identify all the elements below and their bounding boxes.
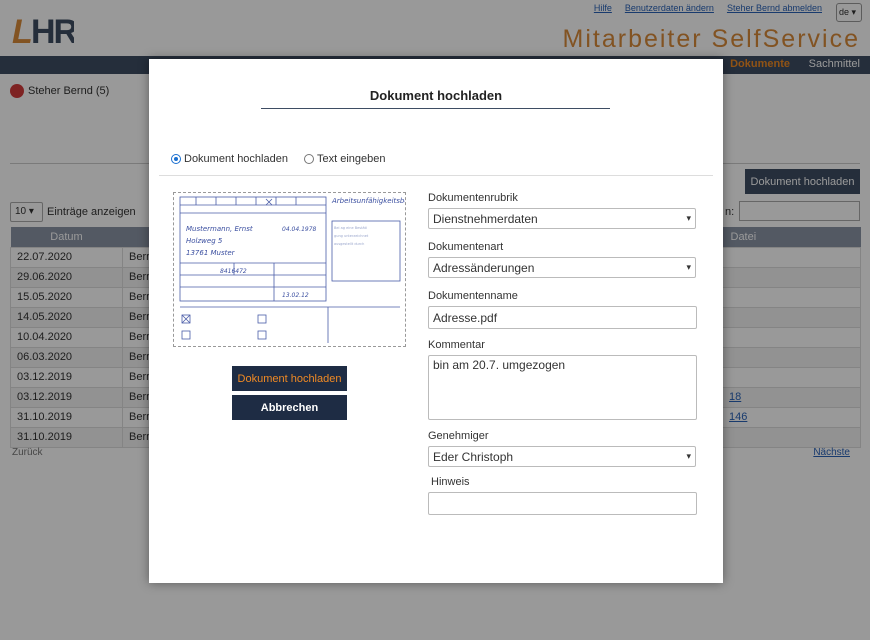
svg-text:Mustermann, Ernst: Mustermann, Ernst — [186, 225, 253, 233]
svg-text:gung unterzeichnet: gung unterzeichnet — [334, 234, 369, 238]
chevron-down-icon: ▾ — [686, 213, 691, 223]
svg-text:13761 Muster: 13761 Muster — [186, 249, 236, 257]
kommentar-label: Kommentar — [428, 339, 485, 351]
upload-dialog: Dokument hochladen Dokument hochladen Te… — [149, 59, 723, 583]
mode-selector: Dokument hochladen Text eingeben — [171, 153, 385, 165]
radio-text[interactable] — [303, 154, 314, 164]
title-underline — [261, 108, 610, 109]
radio-text-label[interactable]: Text eingeben — [317, 153, 386, 165]
rubrik-select[interactable]: Dienstnehmerdaten ▾ — [428, 208, 696, 229]
dokumentenname-label: Dokumentenname — [428, 290, 518, 302]
radio-upload-label[interactable]: Dokument hochladen — [184, 153, 288, 165]
kommentar-textarea[interactable]: bin am 20.7. umgezogen — [428, 355, 697, 420]
document-scan-image: Mustermann, Ernst Holzweg 5 13761 Muster… — [179, 196, 452, 343]
dokumentenart-label: Dokumentenart — [428, 241, 504, 253]
svg-text:Holzweg 5: Holzweg 5 — [186, 237, 223, 245]
hinweis-input[interactable] — [428, 492, 697, 515]
genehmiger-label: Genehmiger — [428, 430, 489, 442]
genehmiger-select[interactable]: Eder Christoph ▾ — [428, 446, 696, 467]
divider — [159, 175, 713, 176]
dokumentenart-select[interactable]: Adressänderungen ▾ — [428, 257, 696, 278]
svg-text:ausgestellt durch: ausgestellt durch — [334, 242, 364, 246]
dialog-upload-button[interactable]: Dokument hochladen — [232, 366, 347, 391]
document-preview[interactable]: Mustermann, Ernst Holzweg 5 13761 Muster… — [173, 192, 452, 347]
dialog-cancel-button[interactable]: Abbrechen — [232, 395, 347, 420]
chevron-down-icon: ▾ — [686, 262, 691, 272]
dialog-title: Dokument hochladen — [369, 88, 503, 103]
radio-upload[interactable] — [171, 154, 181, 164]
rubrik-label: Dokumentenrubrik — [428, 192, 518, 204]
preview-doc-title: Arbeitsunfähigkeitsbescheinigung — [331, 197, 405, 205]
svg-text:04.04.1978: 04.04.1978 — [282, 226, 317, 233]
svg-text:13.02.12: 13.02.12 — [282, 292, 309, 299]
svg-text:8416472: 8416472 — [220, 268, 247, 275]
chevron-down-icon: ▾ — [686, 451, 691, 461]
dokumentenname-input[interactable]: Adresse.pdf — [428, 306, 697, 329]
svg-text:Bei ag eine Bestäti: Bei ag eine Bestäti — [334, 226, 367, 230]
hinweis-label: Hinweis — [431, 476, 470, 488]
